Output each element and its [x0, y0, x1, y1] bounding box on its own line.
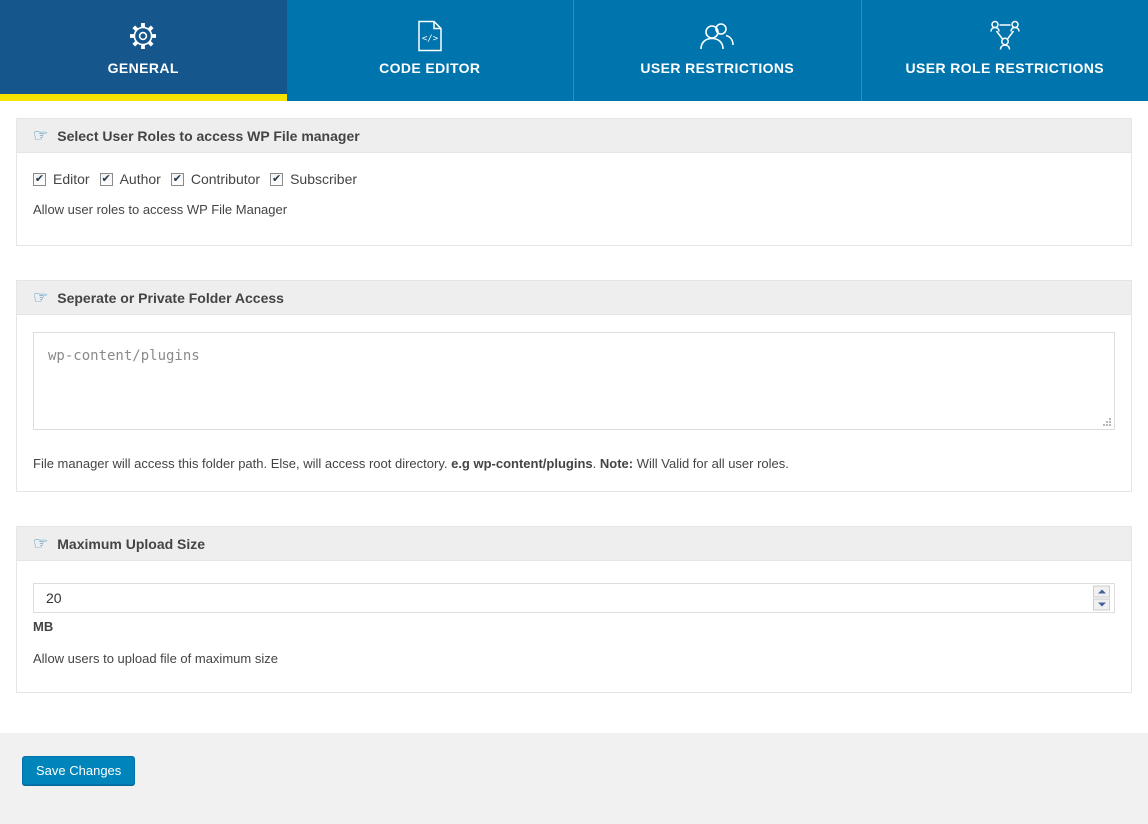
number-spinner: [1093, 586, 1110, 611]
section-user-roles-title: Select User Roles to access WP File mana…: [57, 128, 359, 144]
check-icon: ✔: [272, 174, 281, 184]
check-icon: ✔: [173, 174, 182, 184]
section-user-roles-header: ☞ Select User Roles to access WP File ma…: [17, 119, 1131, 153]
tab-user-restrictions-label: USER RESTRICTIONS: [640, 60, 794, 76]
section-user-roles-body: ✔ Editor ✔ Author ✔ Contributor ✔ Subscr…: [17, 153, 1131, 245]
upload-size-input-wrapper: [33, 583, 1115, 613]
section-folder-access-header: ☞ Seperate or Private Folder Access: [17, 281, 1131, 315]
user-hierarchy-icon: [986, 19, 1024, 53]
check-icon: ✔: [35, 174, 44, 184]
tab-user-restrictions[interactable]: USER RESTRICTIONS: [573, 0, 861, 101]
checkbox-checked-icon: ✔: [270, 173, 283, 186]
section-folder-access: ☞ Seperate or Private Folder Access File…: [16, 280, 1132, 492]
tab-code-editor[interactable]: </> CODE EDITOR: [287, 0, 574, 101]
checkbox-editor[interactable]: ✔ Editor: [33, 171, 90, 187]
triangle-up-icon: [1098, 590, 1106, 594]
folder-help-text: File manager will access this folder pat…: [33, 456, 1115, 471]
tab-general-label: GENERAL: [108, 60, 179, 76]
wp-file-manager-settings-page: GENERAL </> CODE EDITOR: [0, 0, 1148, 824]
checkbox-checked-icon: ✔: [33, 173, 46, 186]
section-upload-size: ☞ Maximum Upload Size MB Allow users to …: [16, 526, 1132, 693]
pointing-hand-icon: ☞: [33, 127, 48, 144]
save-changes-button[interactable]: Save Changes: [22, 756, 135, 785]
settings-tabbar: GENERAL </> CODE EDITOR: [0, 0, 1148, 101]
section-user-roles: ☞ Select User Roles to access WP File ma…: [16, 118, 1132, 246]
pointing-hand-icon: ☞: [33, 289, 48, 306]
checkbox-subscriber-label: Subscriber: [290, 171, 357, 187]
gear-icon: [127, 19, 159, 53]
pointing-hand-icon: ☞: [33, 535, 48, 552]
check-icon: ✔: [101, 174, 110, 184]
spinner-up-button[interactable]: [1093, 586, 1110, 598]
folder-path-textarea[interactable]: [33, 332, 1115, 430]
checkbox-checked-icon: ✔: [100, 173, 113, 186]
tab-code-editor-label: CODE EDITOR: [379, 60, 480, 76]
section-folder-access-body: File manager will access this folder pat…: [17, 315, 1131, 491]
page-footer: Save Changes: [0, 733, 1148, 824]
user-roles-checkbox-row: ✔ Editor ✔ Author ✔ Contributor ✔ Subscr…: [33, 171, 1115, 187]
upload-size-input[interactable]: [34, 584, 1114, 612]
spinner-down-button[interactable]: [1093, 599, 1110, 611]
section-folder-access-title: Seperate or Private Folder Access: [57, 290, 284, 306]
code-file-icon: </>: [417, 19, 443, 53]
active-tab-underline: [0, 94, 287, 101]
upload-size-unit-label: MB: [33, 619, 1115, 634]
folder-textarea-wrapper: [33, 332, 1115, 430]
checkbox-contributor[interactable]: ✔ Contributor: [171, 171, 260, 187]
svg-text:</>: </>: [422, 34, 439, 44]
checkbox-subscriber[interactable]: ✔ Subscriber: [270, 171, 357, 187]
checkbox-contributor-label: Contributor: [191, 171, 260, 187]
user-roles-description: Allow user roles to access WP File Manag…: [33, 202, 1115, 217]
section-upload-size-title: Maximum Upload Size: [57, 536, 205, 552]
checkbox-editor-label: Editor: [53, 171, 90, 187]
tab-user-role-restrictions[interactable]: USER ROLE RESTRICTIONS: [861, 0, 1148, 101]
settings-panel: ☞ Select User Roles to access WP File ma…: [0, 101, 1148, 733]
checkbox-author-label: Author: [120, 171, 161, 187]
upload-size-description: Allow users to upload file of maximum si…: [33, 651, 1115, 666]
tab-user-role-restrictions-label: USER ROLE RESTRICTIONS: [905, 60, 1104, 76]
triangle-down-icon: [1098, 603, 1106, 607]
section-upload-size-body: MB Allow users to upload file of maximum…: [17, 561, 1131, 692]
tab-general[interactable]: GENERAL: [0, 0, 287, 101]
checkbox-author[interactable]: ✔ Author: [100, 171, 161, 187]
section-upload-size-header: ☞ Maximum Upload Size: [17, 527, 1131, 561]
users-icon: [697, 19, 737, 53]
checkbox-checked-icon: ✔: [171, 173, 184, 186]
